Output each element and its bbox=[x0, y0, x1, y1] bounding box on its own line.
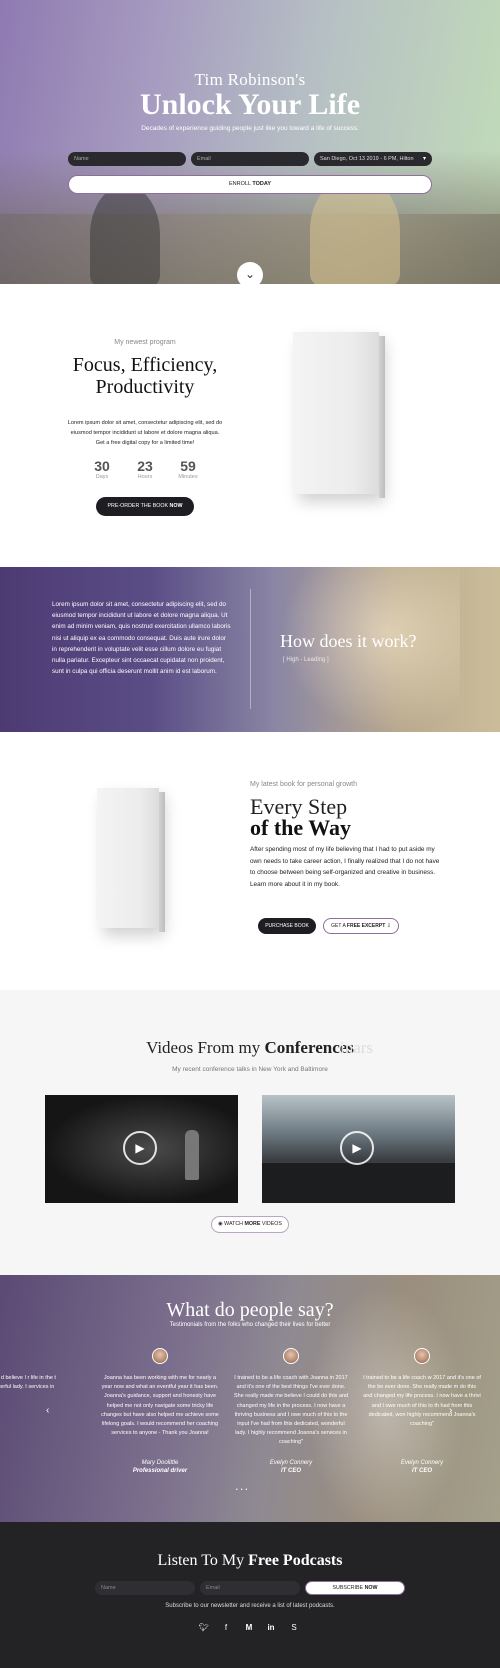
free-excerpt-button[interactable]: GET A FREE EXCERPT ⇩ bbox=[323, 918, 399, 934]
hero-title: Unlock Your Life bbox=[139, 88, 361, 121]
hero-name-input[interactable]: Name bbox=[68, 152, 186, 166]
program-title-line1: Focus, Efficiency, bbox=[72, 354, 218, 376]
countdown-minutes-label: Minutes bbox=[178, 474, 198, 480]
how-body: Lorem ipsum dolor sit amet, consectetur … bbox=[52, 601, 231, 676]
program-title-line2: Productivity bbox=[95, 376, 195, 398]
program-eyebrow: My newest program bbox=[114, 339, 176, 346]
program-body: Lorem ipsum dolor sit amet, consectetur … bbox=[67, 420, 223, 446]
excerpt-label: GET A bbox=[331, 923, 346, 929]
caret-down-icon: ▾ bbox=[422, 156, 426, 162]
enroll-label: ENROLL bbox=[229, 181, 251, 187]
testimonials-title: What do people say? bbox=[166, 1299, 334, 1321]
subscribe-label: SUBSCRIBE bbox=[332, 1585, 364, 1591]
speaker-figure bbox=[185, 1130, 199, 1180]
book2-cover-image bbox=[97, 788, 165, 932]
countdown-hours-label: Hours bbox=[137, 474, 153, 480]
excerpt-label-bold: FREE EXCERPT bbox=[346, 923, 386, 929]
skype-icon[interactable]: S bbox=[287, 1623, 301, 1632]
videos-section: Videos From my Conferences inars My rece… bbox=[0, 990, 500, 1275]
watch-more-videos-button[interactable]: ◉ WATCH MORE VIDEOS bbox=[211, 1216, 289, 1233]
podcast-title: Listen To My Free Podcasts bbox=[0, 1552, 500, 1570]
videos-title-regular: Videos From my bbox=[146, 1038, 261, 1057]
book2-section: My latest book for personal growth Every… bbox=[0, 732, 500, 990]
preorder-button[interactable]: PRE-ORDER THE BOOK NOW bbox=[96, 497, 194, 516]
avatar bbox=[414, 1348, 430, 1364]
book-cover-image bbox=[293, 332, 385, 498]
book2-eyebrow: My latest book for personal growth bbox=[250, 781, 357, 788]
preorder-label: PRE-ORDER THE BOOK bbox=[107, 503, 169, 509]
preorder-label-bold: NOW bbox=[169, 503, 183, 509]
hero-event-value: San Diego, Oct 13 2019 - 6 PM, Hilton bbox=[320, 156, 414, 162]
scroll-down-chevron-icon[interactable]: ⌄ bbox=[237, 262, 263, 284]
countdown-days-value: 30 bbox=[94, 458, 110, 474]
play-icon[interactable]: ▶ bbox=[123, 1131, 157, 1165]
hero-subtitle: Tim Robinson's bbox=[194, 70, 306, 89]
video-thumbnail-2[interactable]: ▶ bbox=[262, 1095, 455, 1203]
hero-event-select[interactable]: San Diego, Oct 13 2019 - 6 PM, Hilton ▾ bbox=[314, 152, 432, 166]
facebook-icon[interactable]: f bbox=[219, 1623, 233, 1632]
medium-icon[interactable]: M bbox=[242, 1623, 256, 1632]
video-thumbnail-1[interactable]: ▶ bbox=[45, 1095, 238, 1203]
hero-person-left bbox=[90, 185, 160, 284]
program-section: My newest program Focus, Efficiency, Pro… bbox=[0, 284, 500, 567]
podcast-title-bold: Free Podcasts bbox=[248, 1552, 343, 1569]
footer-note: Subscribe to our newsletter and receive … bbox=[165, 1603, 335, 1609]
videos-subtitle: My recent conference talks in New York a… bbox=[172, 1066, 328, 1073]
testimonial-name-1: Mary Doolittle bbox=[141, 1460, 179, 1466]
play-circle-icon: ◉ bbox=[218, 1221, 223, 1227]
watch-label: WATCH bbox=[224, 1221, 244, 1227]
testimonials-section: What do people say? Testimonials from th… bbox=[0, 1275, 500, 1522]
countdown-days: 30 Days bbox=[82, 458, 122, 480]
testimonial-quote-3: I trained to be a life coach w 2017 and … bbox=[363, 1375, 481, 1428]
testimonial-role-1: Professional driver bbox=[132, 1468, 188, 1474]
testimonials-subtitle: Testimonials from the folks who changed … bbox=[169, 1322, 331, 1328]
enroll-button[interactable]: ENROLL TODAY bbox=[68, 175, 432, 194]
hero-tagline: Decades of experience guiding people jus… bbox=[141, 125, 359, 132]
footer-email-input[interactable]: Email bbox=[200, 1581, 300, 1595]
hero-email-input[interactable]: Email bbox=[191, 152, 309, 166]
next-arrow-icon[interactable]: › bbox=[449, 1405, 452, 1416]
watch-label-bold: MORE bbox=[244, 1221, 261, 1227]
how-title: How does it work? bbox=[280, 631, 417, 651]
testimonial-name-2: Evelyn Connery bbox=[269, 1460, 313, 1466]
carousel-dots[interactable]: ••• bbox=[236, 1487, 250, 1493]
enroll-label-bold: TODAY bbox=[252, 181, 271, 187]
testimonial-name-3: Evelyn Connery bbox=[400, 1460, 444, 1466]
countdown-hours-value: 23 bbox=[137, 458, 153, 474]
testimonial-quote-0: r Joanna in things I've d believe I r li… bbox=[0, 1375, 56, 1391]
videos-title-ghost: inars bbox=[340, 1038, 374, 1057]
book2-title-line2: of the Way bbox=[250, 815, 352, 840]
avatar bbox=[283, 1348, 299, 1364]
linkedin-icon[interactable]: in bbox=[264, 1623, 278, 1632]
countdown-hours: 23 Hours bbox=[125, 458, 165, 480]
twitter-icon[interactable]: 🐦︎ bbox=[197, 1623, 211, 1632]
podcast-title-regular: Listen To My bbox=[157, 1552, 245, 1569]
hero-section: Tim Robinson's Unlock Your Life Decades … bbox=[0, 0, 500, 284]
how-small-label: [ High - Leading ] bbox=[283, 657, 329, 663]
videos-title: Videos From my Conferences bbox=[0, 1038, 500, 1058]
download-icon: ⇩ bbox=[386, 923, 391, 929]
avatar bbox=[152, 1348, 168, 1364]
countdown-minutes-value: 59 bbox=[180, 458, 196, 474]
testimonial-quote-2: I trained to be a life coach with Joanna… bbox=[233, 1375, 349, 1446]
subscribe-button[interactable]: SUBSCRIBE NOW bbox=[305, 1581, 405, 1595]
program-title: Focus, Efficiency, Productivity bbox=[55, 354, 235, 398]
purchase-book-button[interactable]: PURCHASE BOOK bbox=[258, 918, 316, 934]
book2-body: After spending most of my life believing… bbox=[250, 846, 440, 888]
how-divider bbox=[250, 589, 251, 709]
countdown-days-label: Days bbox=[95, 474, 109, 480]
watch-label-tail: VIDEOS bbox=[261, 1221, 282, 1227]
subscribe-label-bold: NOW bbox=[364, 1585, 378, 1591]
countdown-minutes: 59 Minutes bbox=[168, 458, 208, 480]
audience-crowd bbox=[262, 1163, 455, 1203]
testimonial-role-3: IT CEO bbox=[411, 1468, 432, 1474]
play-icon-2[interactable]: ▶ bbox=[340, 1131, 374, 1165]
podcast-footer: Listen To My Free Podcasts Name Email SU… bbox=[0, 1522, 500, 1668]
testimonial-quote-1: Joanna has been working with me for near… bbox=[101, 1375, 219, 1437]
footer-name-input[interactable]: Name bbox=[95, 1581, 195, 1595]
prev-arrow-icon[interactable]: ‹ bbox=[46, 1405, 49, 1416]
how-section: Lorem ipsum dolor sit amet, consectetur … bbox=[0, 567, 500, 732]
testimonial-role-2: IT CEO bbox=[280, 1468, 301, 1474]
